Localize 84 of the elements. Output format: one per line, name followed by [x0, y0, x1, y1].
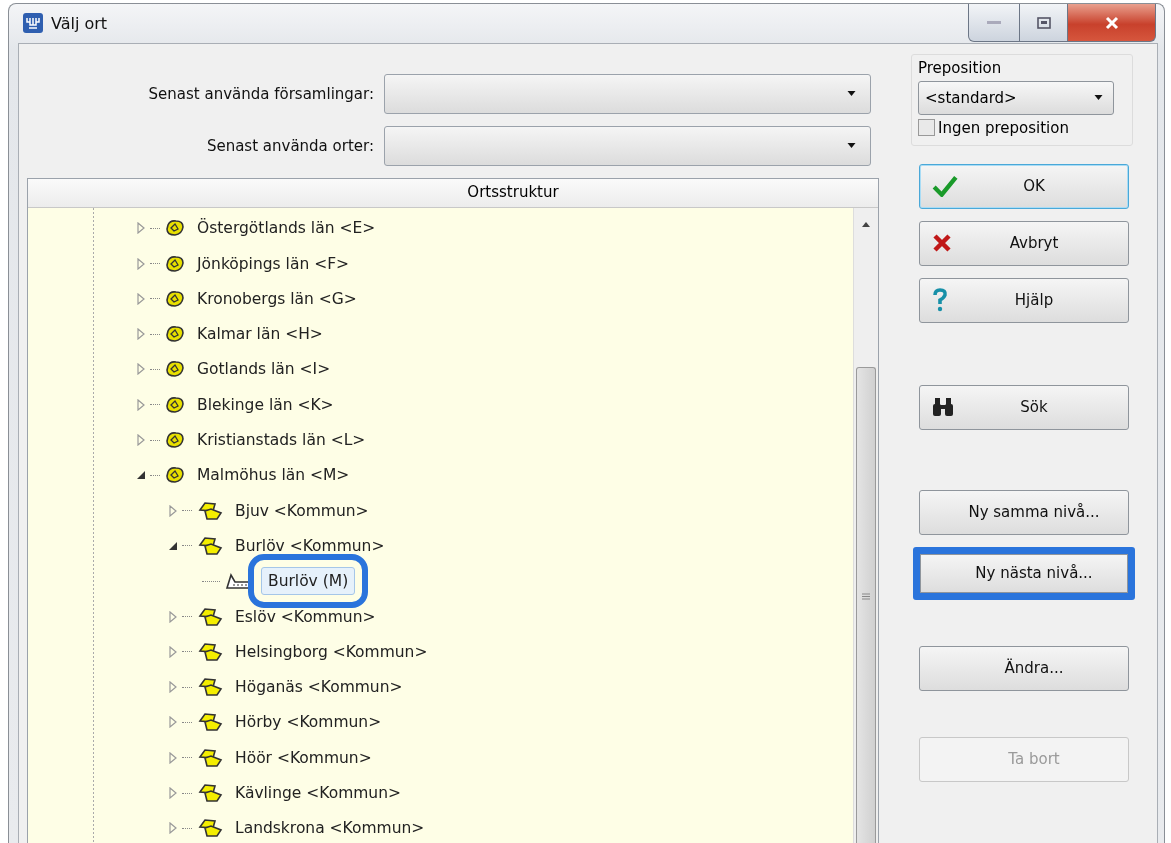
dropdown-arrow-icon: [847, 91, 856, 97]
dropdown-arrow-icon: [847, 143, 856, 149]
expand-triangle-icon[interactable]: [168, 681, 178, 694]
minimize-button[interactable]: [968, 4, 1020, 42]
window-title: Välj ort: [51, 13, 108, 33]
tree-item[interactable]: Eslöv <Kommun>: [231, 605, 380, 628]
question-mark-icon: [932, 288, 948, 313]
map-pieces-icon: [197, 677, 223, 698]
tree-item[interactable]: Helsingborg <Kommun>: [231, 640, 432, 663]
expand-triangle-icon[interactable]: [136, 434, 146, 447]
expand-triangle-icon[interactable]: [168, 716, 178, 729]
expand-triangle-icon[interactable]: [136, 257, 146, 270]
group-label: Preposition: [918, 58, 1003, 77]
map-blob-icon: [165, 219, 185, 238]
expand-triangle-icon[interactable]: [136, 292, 146, 305]
tree-item[interactable]: Kristianstads län <L>: [193, 429, 370, 452]
dropdown-arrow-icon: [1094, 95, 1103, 101]
map-pieces-icon: [197, 783, 223, 804]
app-icon: [23, 13, 43, 34]
expand-triangle-icon[interactable]: [168, 504, 178, 517]
map-blob-icon: [165, 395, 185, 414]
tree-item[interactable]: Östergötlands län <E>: [193, 217, 380, 240]
checkbox[interactable]: [918, 119, 935, 137]
tree-item[interactable]: Blekinge län <K>: [193, 393, 338, 416]
tree-item[interactable]: Landskrona <Kommun>: [231, 817, 429, 840]
map-blob-icon: [165, 254, 185, 273]
close-button[interactable]: [1068, 4, 1156, 42]
map-blob-icon: [165, 325, 185, 344]
cancel-x-icon: [932, 233, 952, 254]
action-button[interactable]: Ändra...: [919, 645, 1129, 691]
expand-triangle-icon[interactable]: [168, 751, 178, 764]
tree-item[interactable]: Bjuv <Kommun>: [231, 499, 373, 522]
tree-item[interactable]: Hörby <Kommun>: [231, 711, 386, 734]
map-pieces-icon: [197, 500, 223, 521]
map-blob-icon: [165, 360, 185, 379]
scroll-up-arrow-icon[interactable]: [862, 221, 870, 227]
expand-triangle-icon[interactable]: [168, 610, 178, 623]
tree-item[interactable]: Malmöhus län <M>: [193, 464, 354, 487]
tree-item[interactable]: Gotlands län <I>: [193, 358, 335, 381]
checkmark-icon: [932, 175, 958, 198]
scrollbar[interactable]: [853, 207, 878, 843]
maximize-icon: [1036, 16, 1051, 29]
expand-triangle-icon[interactable]: [168, 645, 178, 658]
map-pieces-icon: [197, 747, 223, 768]
map-pieces-icon: [197, 818, 223, 839]
collapse-triangle-icon[interactable]: [136, 469, 146, 482]
column-header[interactable]: Ortsstruktur: [28, 178, 878, 208]
action-button[interactable]: Ny nästa nivå...: [913, 546, 1135, 600]
map-blob-icon: [165, 466, 185, 485]
expand-triangle-icon[interactable]: [136, 328, 146, 341]
tree-item[interactable]: Kävlinge <Kommun>: [231, 782, 405, 805]
field-label: Senast använda församlingar:: [147, 84, 375, 103]
expand-triangle-icon[interactable]: [168, 822, 178, 835]
action-button[interactable]: Ny samma nivå...: [919, 489, 1129, 535]
checkbox-label: Ingen preposition: [938, 118, 1069, 137]
expand-triangle-icon[interactable]: [168, 787, 178, 800]
expand-triangle-icon[interactable]: [136, 398, 146, 411]
ok-button[interactable]: OK: [919, 163, 1129, 209]
tree-item[interactable]: Höör <Kommun>: [231, 746, 376, 769]
dropdown-field[interactable]: [384, 125, 871, 166]
search-button[interactable]: Sök: [919, 384, 1129, 430]
expand-triangle-icon[interactable]: [136, 222, 146, 235]
tree-item[interactable]: Burlöv <Kommun>: [231, 534, 389, 557]
map-pieces-icon: [197, 712, 223, 733]
expand-triangle-icon[interactable]: [136, 363, 146, 376]
map-pieces-icon: [197, 641, 223, 662]
binoculars-icon: [932, 397, 954, 418]
dropdown-field[interactable]: [384, 73, 871, 114]
map-blob-icon: [165, 289, 185, 308]
cancel-button[interactable]: Avbryt: [919, 220, 1129, 266]
help-button[interactable]: Hjälp: [919, 277, 1129, 323]
maximize-button[interactable]: [1020, 4, 1068, 42]
tree-item[interactable]: Höganäs <Kommun>: [231, 676, 407, 699]
tree-item[interactable]: Kronobergs län <G>: [193, 287, 361, 310]
close-icon: [1104, 15, 1119, 30]
map-pieces-icon: [197, 535, 223, 556]
minimize-icon: [987, 20, 1001, 25]
map-pieces-icon: [197, 606, 223, 627]
tree-item[interactable]: Kalmar län <H>: [193, 323, 327, 346]
preposition-dropdown[interactable]: <standard>: [918, 80, 1114, 115]
tree-item[interactable]: Jönköpings län <F>: [193, 252, 354, 275]
grip-icon: [862, 593, 870, 601]
map-blob-icon: [165, 431, 185, 450]
field-label: Senast använda orter:: [205, 136, 375, 155]
